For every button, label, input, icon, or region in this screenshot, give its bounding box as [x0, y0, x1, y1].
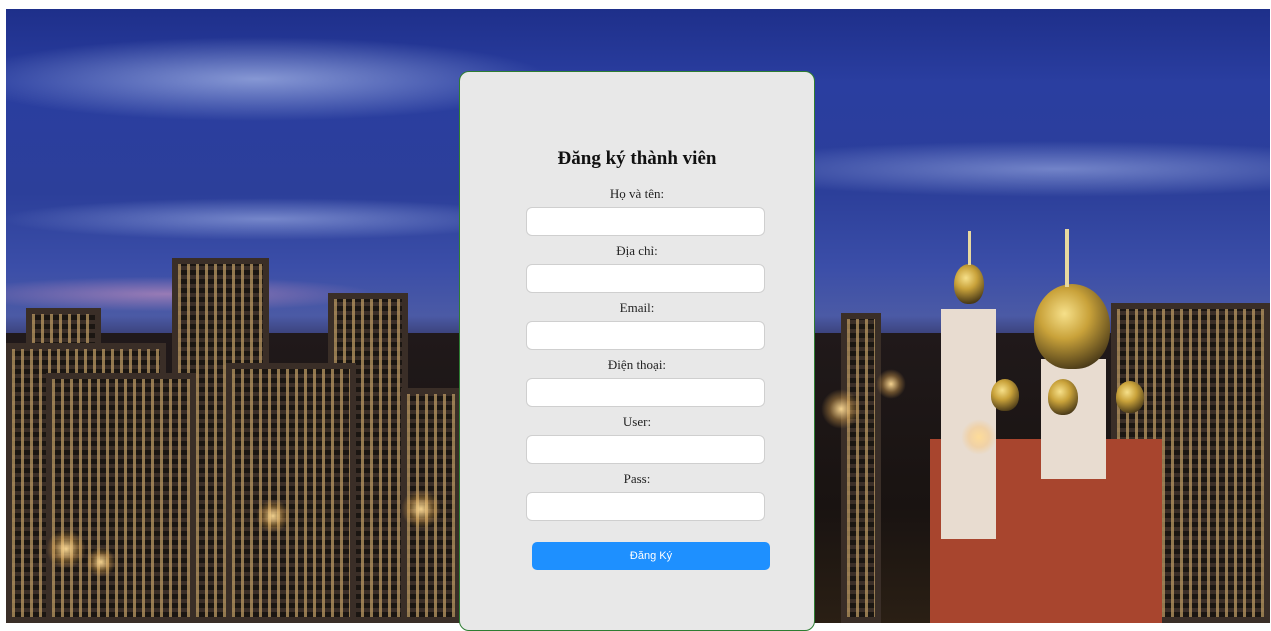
- phone-input[interactable]: [526, 378, 765, 407]
- street-light: [876, 369, 906, 399]
- address-label: Địa chỉ:: [616, 243, 658, 258]
- registration-card: Đăng ký thành viên Họ và tên: Địa chỉ: E…: [459, 71, 815, 631]
- street-light: [401, 489, 441, 529]
- apartment-building: [226, 363, 356, 623]
- church-cross: [1065, 229, 1069, 287]
- apartment-building: [46, 373, 196, 623]
- apartment-building: [841, 313, 881, 623]
- church-drum: [1041, 359, 1106, 479]
- street-light: [256, 499, 290, 533]
- church-dome: [1116, 381, 1144, 413]
- phone-label: Điện thoại:: [607, 357, 667, 372]
- street-light: [86, 547, 116, 577]
- church-dome: [991, 379, 1019, 411]
- email-input[interactable]: [526, 321, 765, 350]
- password-label: Pass:: [623, 471, 651, 486]
- church-cross: [968, 231, 971, 265]
- email-label: Email:: [619, 300, 655, 315]
- church-dome: [1048, 379, 1078, 415]
- church-light: [961, 419, 997, 455]
- form-title: Đăng ký thành viên: [557, 148, 717, 169]
- full-name-input[interactable]: [526, 207, 765, 236]
- username-input[interactable]: [526, 435, 765, 464]
- address-input[interactable]: [526, 264, 765, 293]
- full-name-label: Họ và tên:: [609, 186, 665, 201]
- street-light: [821, 389, 861, 429]
- register-button[interactable]: Đăng Ký: [532, 542, 770, 570]
- church-main-dome: [1034, 284, 1110, 369]
- password-input[interactable]: [526, 492, 765, 521]
- username-label: User:: [622, 414, 652, 429]
- church-dome: [954, 264, 984, 304]
- street-light: [46, 529, 86, 569]
